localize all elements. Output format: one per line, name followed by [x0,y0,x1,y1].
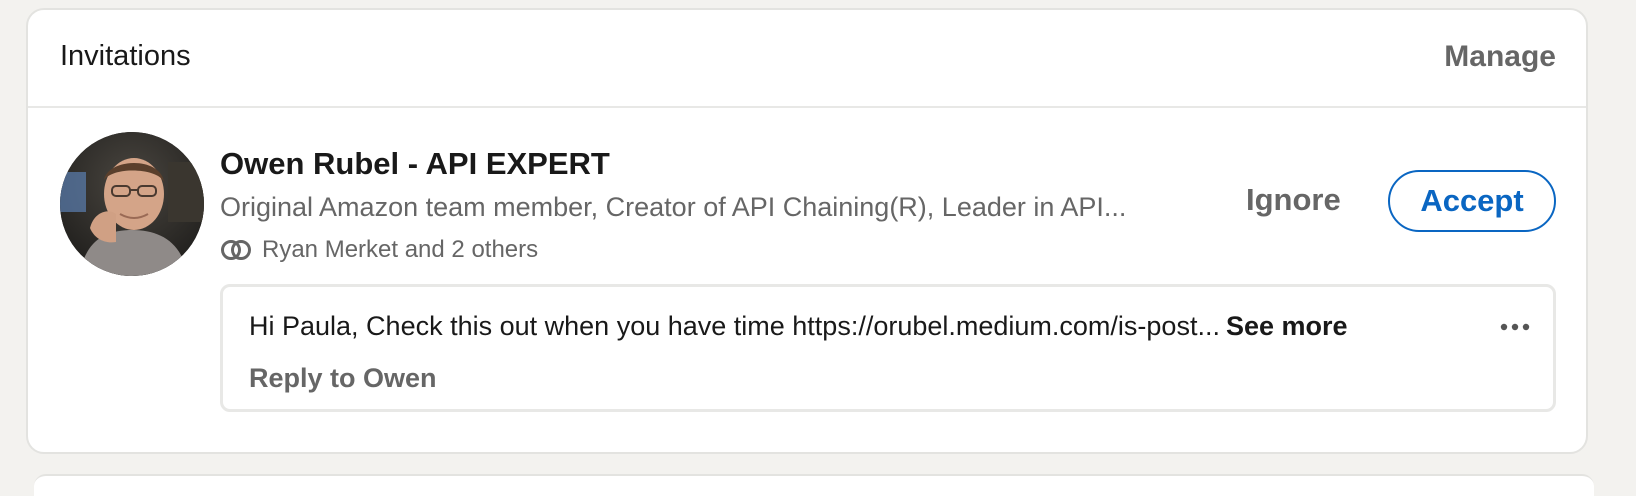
sender-headline: Original Amazon team member, Creator of … [220,192,1127,222]
avatar[interactable] [60,132,204,276]
manage-link[interactable]: Manage [1444,40,1556,74]
invitations-card: Invitations Manage Owen Rubel - API EXPE… [26,8,1588,454]
message-text: Hi Paula, Check this out when you have t… [249,311,1220,341]
next-card-edge [34,474,1594,496]
see-more-link[interactable]: See more [1226,311,1348,341]
sender-name[interactable]: Owen Rubel - API EXPERT [220,146,610,182]
accept-button[interactable]: Accept [1388,170,1556,232]
invitations-header: Invitations Manage [28,10,1586,108]
profile-photo-icon [60,132,204,276]
ignore-button[interactable]: Ignore [1246,182,1341,218]
invitations-title: Invitations [60,40,191,72]
reply-link[interactable]: Reply to Owen [249,363,437,394]
ellipsis-icon[interactable] [1499,321,1531,333]
mutual-connections-text: Ryan Merket and 2 others [262,236,539,263]
mutual-connections-icon [221,240,251,260]
invitation-message: Hi Paula, Check this out when you have t… [220,284,1556,412]
message-text-line: Hi Paula, Check this out when you have t… [249,311,1348,342]
mutual-connections[interactable]: Ryan Merket and 2 others [220,234,538,266]
